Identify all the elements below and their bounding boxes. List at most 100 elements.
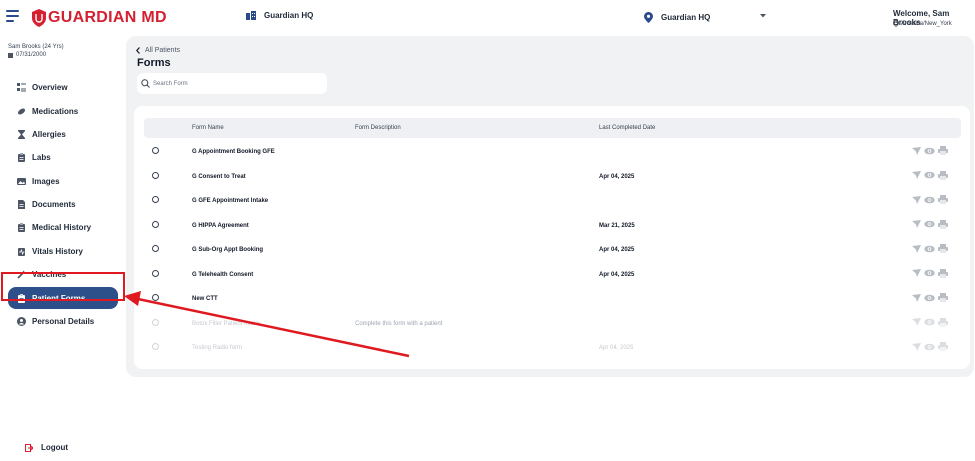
row-actions [912,268,951,278]
org-name: Guardian HQ [264,11,314,20]
send-icon[interactable] [912,146,921,155]
row-radio[interactable] [152,318,159,326]
main-panel: All Patients Forms Search Form Form Name… [126,36,974,377]
patient-name: Sam Brooks (24 Yrs) [8,44,64,50]
logout-button[interactable]: Logout [25,443,68,452]
sidebar-item-label: Allergies [32,129,66,139]
location-selector[interactable]: Guardian HQ [644,12,766,23]
form-name: G GFE Appointment Intake [192,198,269,204]
form-name: G Sub-Org Appt Booking [192,247,264,253]
table-row[interactable]: G HIPPA Agreement Mar 21, 2025 [144,219,964,245]
send-icon[interactable] [912,293,921,302]
print-icon[interactable] [938,268,948,278]
clipboard-icon [18,152,25,162]
logout-label: Logout [41,443,69,452]
timezone-text: America/New_York [901,20,952,27]
column-header: Last Completed Date [599,125,656,131]
view-icon[interactable] [924,294,935,302]
form-name: G Telehealth Consent [192,271,254,278]
location-outline-icon [893,20,899,27]
row-radio[interactable] [152,245,159,252]
chevron-down-icon[interactable] [760,14,766,18]
last-completed-date: Mar 21, 2025 [599,222,635,229]
row-radio[interactable] [152,294,159,301]
row-radio[interactable] [152,220,159,228]
patient-dob-text: 07/31/2000 [16,52,47,58]
print-icon[interactable] [938,342,948,351]
search-placeholder: Search Form [153,80,188,87]
sidebar-item-images[interactable]: Images [8,170,118,192]
row-radio[interactable] [152,196,159,203]
view-icon[interactable] [924,245,935,253]
sidebar-item-documents[interactable]: Documents [8,193,118,215]
page-title: Forms [137,57,171,69]
row-radio[interactable] [152,269,159,277]
view-icon[interactable] [924,318,935,326]
search-input[interactable]: Search Form [137,73,327,94]
print-icon[interactable] [938,244,948,253]
sidebar-item-label: Personal Details [32,316,95,326]
sidebar-item-label: Documents [32,199,76,209]
back-link[interactable]: All Patients [136,47,180,54]
view-icon[interactable] [924,343,935,351]
table-row[interactable]: G Sub-Org Appt Booking Apr 04, 2025 [144,244,964,269]
org-selector[interactable]: Guardian HQ [246,11,313,20]
view-icon[interactable] [924,196,935,204]
sidebar-item-vitals-history[interactable]: Vitals History [8,240,118,262]
sidebar-item-label: Medical History [32,222,92,232]
row-radio[interactable] [152,171,159,179]
menu-icon[interactable] [6,10,19,22]
print-icon[interactable] [938,219,948,229]
table-row[interactable]: G Consent to Treat Apr 04, 2025 [144,170,964,196]
table-row[interactable]: G Telehealth Consent Apr 04, 2025 [144,268,964,294]
send-icon[interactable] [912,318,921,326]
table-row[interactable]: Botox Filler Patient Intake Complete this… [144,317,964,343]
sidebar-item-label: Images [32,176,60,186]
top-bar: GUARDIAN MD Guardian HQ Guardian HQ Welc… [0,0,975,36]
send-icon[interactable] [912,269,921,277]
view-icon[interactable] [924,147,935,155]
send-icon[interactable] [912,342,921,351]
sidebar-item-medical-history[interactable]: Medical History [8,216,118,238]
send-icon[interactable] [912,244,921,253]
view-icon[interactable] [924,220,935,228]
row-actions [912,293,951,302]
table-row[interactable]: G GFE Appointment Intake [144,195,964,220]
print-icon[interactable] [938,293,948,302]
print-icon[interactable] [938,195,948,204]
logout-icon [25,443,33,452]
send-icon[interactable] [912,220,921,228]
sidebar-item-label: Medications [32,106,79,116]
form-name: New CTT [192,296,218,302]
view-icon[interactable] [924,269,935,277]
sidebar-item-label: Vitals History [32,246,83,256]
sidebar-item-labs[interactable]: Labs [8,146,118,168]
last-completed-date: Apr 04, 2025 [599,345,634,351]
last-completed-date: Apr 04, 2025 [599,247,635,253]
back-link-label: All Patients [145,47,181,54]
view-icon[interactable] [924,171,935,179]
print-icon[interactable] [938,317,948,327]
row-actions [912,244,951,253]
print-icon[interactable] [938,170,948,180]
row-actions [912,146,951,155]
last-completed-date: Apr 04, 2025 [599,271,635,278]
table-row[interactable]: New CTT [144,293,964,318]
table-row[interactable]: G Appointment Booking GFE [144,146,964,171]
sidebar-item-personal-details[interactable]: Personal Details [8,310,118,332]
sidebar-item-label: Labs [32,152,51,162]
sidebar-item-overview[interactable]: Overview [8,76,118,98]
clipboard-icon [18,222,25,232]
table-row[interactable]: Testing Radio form Apr 04, 2025 [144,342,964,367]
print-icon[interactable] [938,146,948,155]
row-radio[interactable] [152,343,159,350]
location-pin-icon [644,12,653,23]
sidebar-item-allergies[interactable]: Allergies [8,123,118,145]
send-icon[interactable] [912,171,921,179]
sidebar-item-medications[interactable]: Medications [8,100,118,122]
form-name: G HIPPA Agreement [192,222,249,229]
row-radio[interactable] [152,147,159,154]
send-icon[interactable] [912,195,921,204]
column-header: Form Description [355,125,401,131]
row-actions [912,317,951,327]
